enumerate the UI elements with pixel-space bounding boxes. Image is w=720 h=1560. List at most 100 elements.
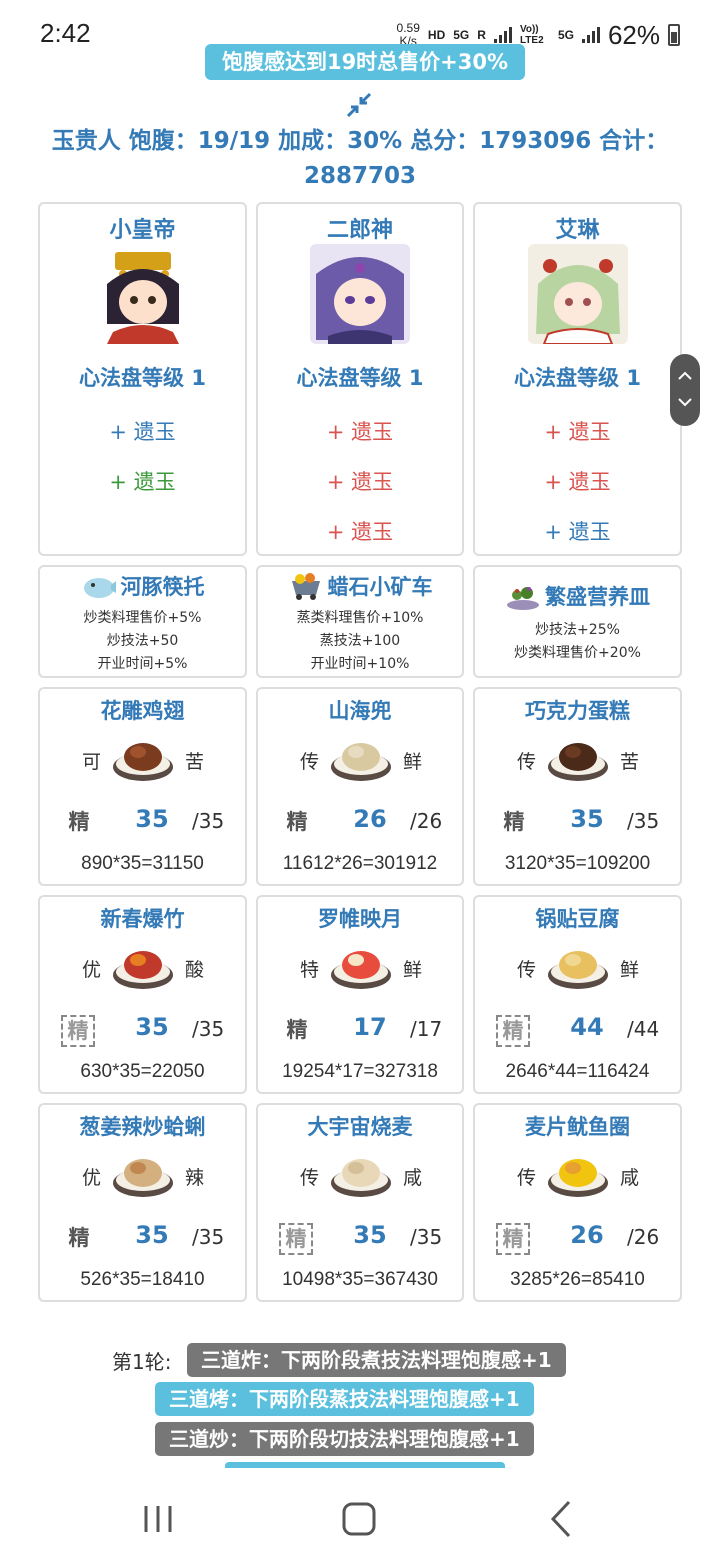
dish-quantity[interactable]: 26 [565,1221,609,1249]
battery-percent: 62% [607,19,660,50]
dish-skill-toggle[interactable]: 精 [496,1015,530,1047]
dish-skill-toggle[interactable]: 精 [499,807,529,837]
dish-taste: 咸 [620,1167,640,1189]
dish-card[interactable]: 罗帷映月特 鲜精 17/17 19254*17=327318 [256,895,464,1094]
dish-skill-toggle[interactable]: 精 [282,807,312,837]
dish-card[interactable]: 大宇宙烧麦传 咸精 35/35 10498*35=367430 [256,1103,464,1302]
scroll-control[interactable] [670,354,700,426]
chevron-down-icon[interactable] [677,396,693,408]
dish-image [548,951,608,989]
dish-taste: 辣 [185,1167,205,1189]
jade-slot[interactable]: + 遗玉 [258,516,462,546]
hd-indicator: HD [427,28,446,42]
dish-card[interactable]: 山海兜传 鲜精 26/26 11612*26=301912 [256,687,464,886]
round-buff-button[interactable]: 三道炒：下两阶段切技法料理饱腹感+1 [155,1422,534,1456]
jade-slot[interactable]: + 遗玉 [475,466,680,496]
dish-image [113,743,173,781]
home-button[interactable] [329,1494,389,1544]
chef-card[interactable]: 小皇帝 心法盘等级 1 + 遗玉 + 遗玉 [38,202,247,556]
bonus-banner: 饱腹感达到19时总售价+30% [205,44,525,80]
equipment-name: 繁盛营养皿 [545,585,650,609]
dish-rarity: 可 [82,751,102,773]
dish-rarity: 传 [517,959,537,981]
signal-icon [493,27,512,43]
equipment-card[interactable]: 河豚筷托 炒类料理售价+5% 炒技法+50 开业时间+5% [38,565,247,678]
chef-avatar [92,244,193,344]
jade-slot[interactable]: + 遗玉 [40,416,245,446]
chef-level: 心法盘等级 1 [514,366,641,390]
dish-score-formula: 3285*26=85410 [510,1269,645,1290]
dish-image [548,743,608,781]
plant-dish-icon [507,587,539,610]
dish-score-formula: 2646*44=116424 [505,1061,650,1082]
jade-slot[interactable]: + 遗玉 [40,466,245,496]
equipment-card[interactable]: 繁盛营养皿 炒技法+25% 炒类料理售价+20% [473,565,682,678]
dish-image [548,1159,608,1197]
chef-avatar [310,244,410,344]
dish-max-quantity: /35 [192,1225,225,1249]
dish-max-quantity: /35 [192,809,225,833]
dish-card[interactable]: 花雕鸡翅可 苦精 35/35 890*35=31150 [38,687,247,886]
dish-quantity[interactable]: 35 [130,805,174,833]
dish-quantity[interactable]: 35 [348,1221,392,1249]
equipment-name: 河豚筷托 [120,575,205,599]
dish-card[interactable]: 巧克力蛋糕传 苦精 35/35 3120*35=109200 [473,687,682,886]
dish-taste: 鲜 [403,751,423,773]
dish-card[interactable]: 葱姜辣炒蛤蜊优 辣精 35/35 526*35=18410 [38,1103,247,1302]
dish-skill-toggle[interactable]: 精 [279,1223,313,1255]
dish-taste: 苦 [620,751,640,773]
chef-card[interactable]: 二郎神 心法盘等级 1 + 遗玉 + 遗玉 + 遗玉 [256,202,464,556]
dish-card[interactable]: 麦片鱿鱼圈传 咸精 26/26 3285*26=85410 [473,1103,682,1302]
dish-rarity: 传 [300,1167,320,1189]
dish-skill-toggle[interactable]: 精 [64,1223,94,1253]
dish-quantity[interactable]: 26 [348,805,392,833]
dish-score-formula: 526*35=18410 [80,1269,205,1290]
dish-skill-toggle[interactable]: 精 [282,1015,312,1045]
recent-apps-button[interactable] [128,1494,188,1544]
round-buff-button-partial[interactable] [225,1462,505,1468]
dish-name: 罗帷映月 [318,907,402,931]
dish-quantity[interactable]: 35 [130,1221,174,1249]
chevron-up-icon[interactable] [677,370,693,382]
back-button[interactable] [531,1494,591,1544]
equipment-card[interactable]: 蜡石小矿车 蒸类料理售价+10% 蒸技法+100 开业时间+10% [256,565,464,678]
dish-quantity[interactable]: 35 [565,805,609,833]
chef-name: 小皇帝 [109,218,176,243]
dish-card[interactable]: 锅贴豆腐传 鲜精 44/44 2646*44=116424 [473,895,682,1094]
chef-card[interactable]: 艾琳 心法盘等级 1 + 遗玉 + 遗玉 + 遗玉 [473,202,682,556]
navigation-bar [0,1480,720,1560]
battery-icon [668,24,680,46]
dish-name: 花雕鸡翅 [100,699,185,723]
equipment-effect: 蒸类料理售价+10% [296,610,424,626]
dish-taste: 酸 [185,959,205,981]
dish-max-quantity: /35 [192,1017,225,1041]
dish-name: 麦片鱿鱼圈 [525,1115,630,1139]
round-buff-button[interactable]: 三道烤：下两阶段蒸技法料理饱腹感+1 [155,1382,534,1416]
network-5g-label: 5G [453,28,470,42]
dish-quantity[interactable]: 44 [565,1013,609,1041]
dish-rarity: 传 [517,751,537,773]
equipment-effect: 蒸技法+100 [319,633,401,649]
dish-score-formula: 19254*17=327318 [282,1061,438,1082]
dish-image [331,1159,391,1197]
dish-card[interactable]: 新春爆竹优 酸精 35/35 630*35=22050 [38,895,247,1094]
dish-quantity[interactable]: 17 [348,1013,392,1041]
dish-taste: 苦 [185,751,205,773]
dish-skill-toggle[interactable]: 精 [61,1015,95,1047]
jade-slot[interactable]: + 遗玉 [258,416,462,446]
dish-name: 巧克力蛋糕 [525,699,630,723]
dish-max-quantity: /26 [627,1225,660,1249]
jade-slot[interactable]: + 遗玉 [258,466,462,496]
jade-slot[interactable]: + 遗玉 [475,516,680,546]
equipment-effect: 开业时间+5% [97,656,188,672]
dish-quantity[interactable]: 35 [130,1013,174,1041]
dish-skill-toggle[interactable]: 精 [64,807,94,837]
jade-slot[interactable]: + 遗玉 [475,416,680,446]
collapse-icon[interactable] [346,92,372,118]
equipment-effect: 炒类料理售价+20% [514,645,641,661]
round-buff-button[interactable]: 三道炸：下两阶段煮技法料理饱腹感+1 [187,1343,566,1377]
dish-score-formula: 890*35=31150 [81,853,204,874]
volte-label: Vo)) LTE2 [519,24,544,46]
dish-skill-toggle[interactable]: 精 [496,1223,530,1255]
dish-taste: 鲜 [403,959,423,981]
